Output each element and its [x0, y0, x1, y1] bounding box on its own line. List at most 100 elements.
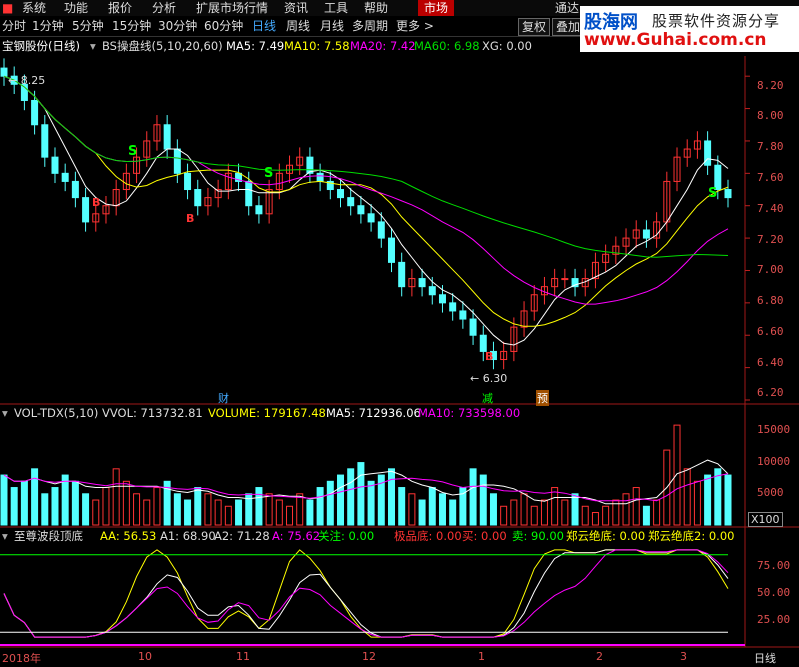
- candle-body: [61, 172, 69, 182]
- finance-marker[interactable]: 财: [218, 390, 229, 406]
- price-tick: 6.60: [757, 325, 784, 338]
- candle-body: [0, 67, 8, 77]
- candle-body: [194, 189, 202, 207]
- volume-bar: [224, 505, 232, 526]
- bottom-value: 极品底: 0.00: [394, 529, 462, 543]
- osc-a1-line: [3, 549, 729, 638]
- candle-body: [398, 261, 406, 288]
- chart-canvas[interactable]: [0, 0, 799, 667]
- volume-dropdown-icon[interactable]: ▾: [2, 406, 8, 421]
- time-tick: 12: [362, 650, 376, 663]
- sell-signal: S: [264, 166, 274, 181]
- candle-body: [316, 172, 324, 182]
- volume-bar: [459, 487, 467, 526]
- oscillator-series: [0, 549, 745, 646]
- volume-bar: [571, 493, 579, 526]
- volume-tick: 5000: [757, 486, 784, 499]
- candle-body: [184, 172, 192, 191]
- time-tick: 1: [478, 650, 485, 663]
- volume-bar: [102, 487, 110, 526]
- candle-body: [642, 229, 650, 239]
- volume-bar: [20, 480, 28, 526]
- osc-aa-line: [3, 549, 729, 638]
- candle-body: [163, 124, 171, 150]
- volume-tick: 10000: [757, 455, 791, 468]
- ma5-line: [3, 75, 729, 346]
- volume-legend: ▾ VOL-TDX(5,10) VVOL: 713732.81 VOLUME: …: [0, 406, 745, 422]
- volume-ma5-line: [3, 459, 729, 505]
- candle-body: [173, 148, 181, 174]
- candle-body: [347, 197, 355, 207]
- volume-ma10-line: [3, 473, 729, 502]
- candle-body: [255, 205, 263, 215]
- volume-bar: [41, 493, 49, 526]
- time-tick: 2018年: [2, 652, 41, 665]
- focus-value: 关注: 0.00: [318, 529, 375, 543]
- volume-bar: [520, 493, 528, 526]
- volume-tick: 15000: [757, 423, 791, 436]
- volume-bar: [153, 487, 161, 526]
- volume-bar: [479, 474, 487, 526]
- volume-bar: [510, 499, 518, 526]
- volume-bar: [31, 468, 39, 526]
- volume-bar: [71, 480, 79, 526]
- volume-bar: [449, 499, 457, 526]
- volume-value: VOLUME: 179167.48: [208, 406, 326, 420]
- volume-bar: [61, 474, 69, 526]
- candlestick-series: [0, 58, 732, 370]
- volume-bar: [551, 487, 559, 526]
- volume-bar: [194, 487, 202, 526]
- time-tick: 2: [596, 650, 603, 663]
- sell-signal: S: [708, 186, 718, 201]
- volume-bar: [112, 468, 120, 526]
- volume-bar: [82, 493, 90, 526]
- volume-bar: [255, 487, 263, 526]
- sell-value: 卖: 90.00: [512, 529, 564, 543]
- volume-bar: [133, 493, 141, 526]
- volume-bar: [704, 474, 712, 526]
- axis-frame: [0, 56, 799, 648]
- bottom-period-tab[interactable]: 日线: [754, 650, 776, 666]
- time-tick: 11: [236, 650, 250, 663]
- volume-bar: [489, 493, 497, 526]
- candle-body: [245, 180, 253, 207]
- volume-bar: [408, 493, 416, 526]
- volume-bar: [122, 480, 130, 526]
- candle-body: [357, 205, 365, 215]
- volume-bar: [642, 505, 650, 526]
- volume-bar: [632, 487, 640, 526]
- volume-bar: [530, 505, 538, 526]
- volume-bar: [92, 499, 100, 526]
- volume-ma10: MA10: 733598.00: [418, 406, 521, 420]
- candle-body: [428, 286, 436, 296]
- vvol-value: VVOL: 713732.81: [102, 406, 203, 420]
- price-tick: 7.40: [757, 202, 784, 215]
- forecast-marker[interactable]: 预: [536, 390, 549, 406]
- volume-bar: [724, 474, 732, 526]
- price-tick: 7.00: [757, 263, 784, 276]
- high-marker: ← 8.25: [8, 74, 46, 87]
- osc-a-line: [3, 549, 729, 638]
- price-grid: [745, 75, 750, 401]
- buy-signal: B: [186, 212, 195, 225]
- candle-body: [387, 237, 395, 263]
- volume-bar: [581, 505, 589, 526]
- volume-bar: [693, 480, 701, 526]
- buy-signal: B: [485, 350, 494, 363]
- volume-indicator-name[interactable]: VOL-TDX(5,10): [14, 406, 98, 421]
- oscillator-name[interactable]: 至尊波段顶底: [14, 529, 83, 544]
- candle-body: [71, 180, 79, 199]
- oscillator-dropdown-icon[interactable]: ▾: [2, 529, 8, 544]
- volume-bar: [326, 480, 334, 526]
- candle-body: [479, 334, 487, 352]
- volume-bar: [540, 499, 548, 526]
- volume-bar: [357, 462, 365, 526]
- candle-body: [377, 221, 385, 239]
- volume-bar: [10, 487, 18, 526]
- candle-body: [438, 294, 446, 304]
- reduce-marker[interactable]: 减: [482, 390, 493, 406]
- volume-bar: [214, 499, 222, 526]
- volume-bar: [398, 487, 406, 526]
- volume-bar: [0, 474, 8, 526]
- volume-bar: [286, 505, 294, 526]
